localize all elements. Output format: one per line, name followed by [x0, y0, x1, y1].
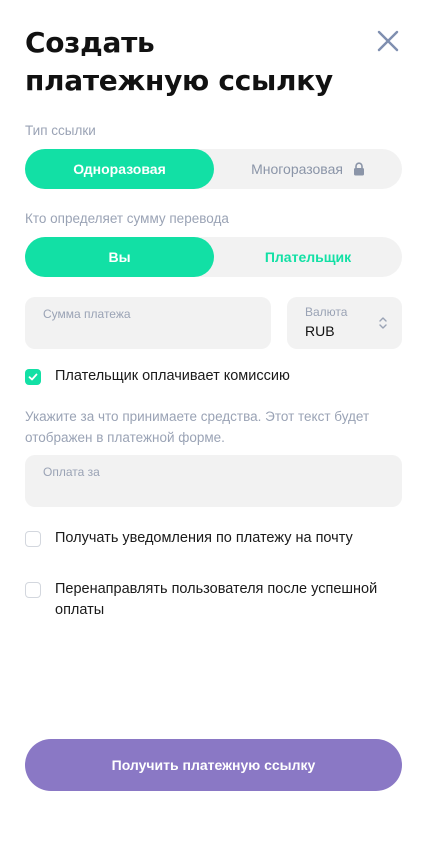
- amount-owner-toggle: Вы Плательщик: [25, 237, 402, 277]
- fee-checkbox[interactable]: [25, 369, 41, 385]
- notify-checkbox-row[interactable]: Получать уведомления по платежу на почту: [25, 530, 353, 549]
- link-type-label: Тип ссылки: [25, 123, 96, 138]
- fee-checkbox-label: Плательщик оплачивает комиссию: [55, 368, 290, 384]
- redirect-checkbox[interactable]: [25, 582, 41, 598]
- notify-checkbox[interactable]: [25, 531, 41, 547]
- page-title: Создать платежную ссылку: [25, 26, 333, 97]
- amount-owner-label: Кто определяет сумму перевода: [25, 211, 229, 226]
- redirect-checkbox-label: Перенаправлять пользователя после успешн…: [55, 581, 378, 618]
- lock-icon: [353, 162, 364, 176]
- purpose-hint: Укажите за что принимаете средства. Этот…: [25, 409, 370, 445]
- create-payment-link-modal: Создать платежную ссылку Тип ссылки Одно…: [0, 0, 425, 842]
- notify-checkbox-label: Получать уведомления по платежу на почту: [55, 530, 353, 546]
- purpose-input-label: Оплата за: [43, 465, 100, 479]
- amount-owner-payer-option[interactable]: Плательщик: [214, 237, 402, 277]
- redirect-checkbox-row[interactable]: Перенаправлять пользователя после успешн…: [25, 581, 405, 621]
- link-type-multi-option[interactable]: Многоразовая: [214, 149, 402, 189]
- currency-select[interactable]: Валюта RUB: [287, 297, 402, 349]
- amount-owner-you-label: Вы: [108, 249, 131, 265]
- link-type-multi-label: Многоразовая: [251, 161, 343, 177]
- fee-checkbox-row[interactable]: Плательщик оплачивает комиссию: [25, 368, 290, 387]
- amount-input-label: Сумма платежа: [43, 307, 131, 321]
- get-payment-link-button[interactable]: Получить платежную ссылку: [25, 739, 402, 791]
- get-payment-link-label: Получить платежную ссылку: [111, 757, 316, 773]
- amount-input[interactable]: Сумма платежа: [25, 297, 271, 349]
- check-icon: [28, 373, 38, 381]
- link-type-toggle: Одноразовая Многоразовая: [25, 149, 402, 189]
- close-icon[interactable]: [374, 27, 402, 55]
- purpose-input[interactable]: Оплата за: [25, 455, 402, 507]
- currency-select-label: Валюта: [305, 305, 348, 319]
- chevron-updown-icon: [379, 317, 387, 329]
- currency-select-value: RUB: [305, 323, 335, 339]
- amount-owner-you-option[interactable]: Вы: [25, 237, 214, 277]
- amount-owner-payer-label: Плательщик: [264, 249, 352, 265]
- link-type-single-label: Одноразовая: [73, 161, 166, 177]
- link-type-single-option[interactable]: Одноразовая: [25, 149, 214, 189]
